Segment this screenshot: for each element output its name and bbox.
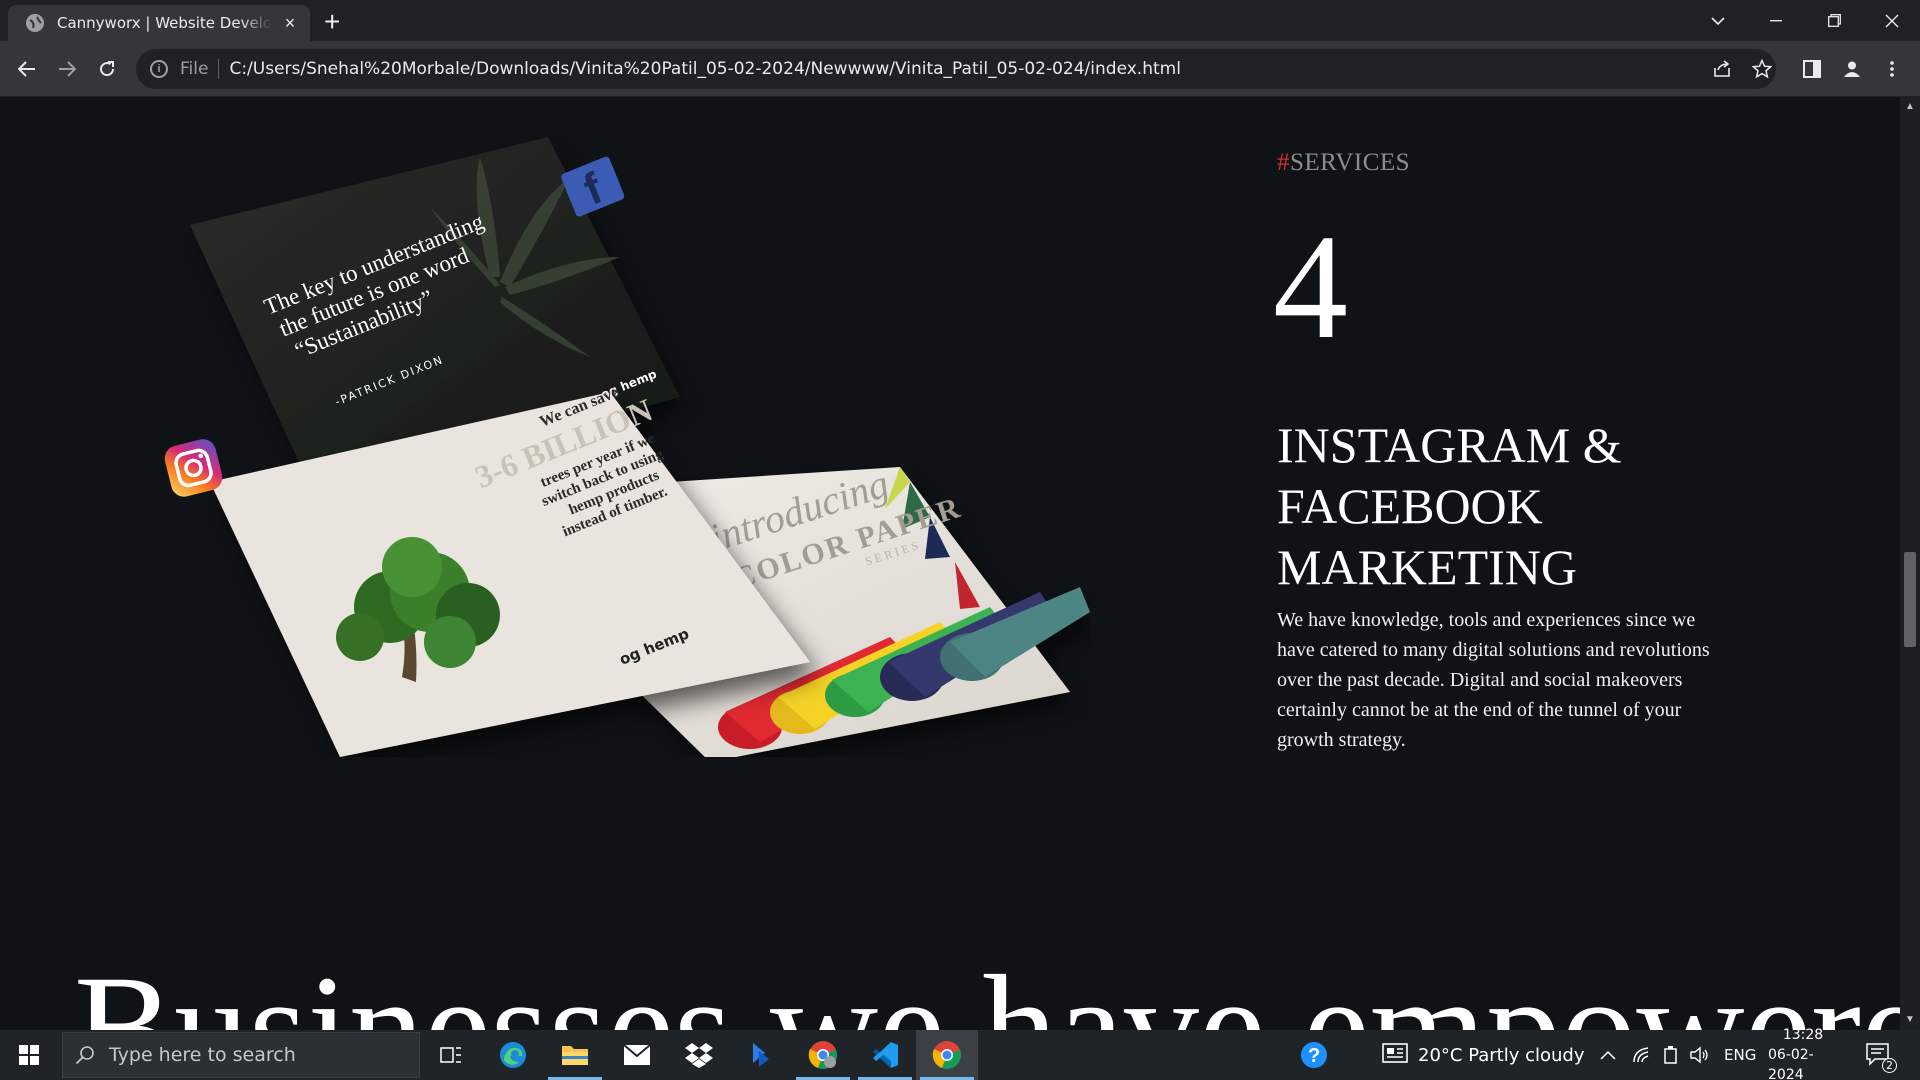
chrome-icon[interactable] (916, 1030, 978, 1080)
service-description: We have knowledge, tools and experiences… (1277, 609, 1710, 751)
svg-text:?: ? (1308, 1045, 1320, 1067)
share-icon[interactable] (1708, 55, 1736, 83)
section-tag-label: SERVICES (1290, 149, 1411, 176)
browser-toolbar: i File C:/Users/Snehal%20Morbale/Downloa… (0, 41, 1920, 97)
web-page: The key to understanding the future is o… (0, 97, 1900, 1030)
section-tag-hash: # (1277, 149, 1290, 176)
edge-browser-icon[interactable] (482, 1030, 544, 1080)
dropbox-icon[interactable] (668, 1030, 730, 1080)
volume-icon[interactable] (1690, 1030, 1710, 1080)
side-panel-icon[interactable] (1798, 55, 1826, 83)
menu-kebab-icon[interactable] (1878, 55, 1906, 83)
vscode-icon[interactable] (854, 1030, 916, 1080)
service-number: 4 (1273, 204, 1348, 370)
section-tag: #SERVICES (1277, 149, 1410, 177)
businesses-heading: Businesses we have empowered (74, 945, 1900, 1030)
tab-title: Cannyworx | Website Development (57, 14, 272, 32)
power-automate-icon[interactable] (730, 1030, 792, 1080)
show-hidden-icons-chevron-icon[interactable] (1600, 1030, 1616, 1080)
notification-count-badge: 2 (1882, 1058, 1897, 1073)
weather-text: 20°C Partly cloudy (1418, 1044, 1585, 1066)
tab-search-chevron-icon[interactable] (1690, 0, 1746, 41)
file-explorer-icon[interactable] (544, 1030, 606, 1080)
chrome-profile-icon[interactable] (792, 1030, 854, 1080)
bookmark-star-icon[interactable] (1748, 55, 1776, 83)
taskbar-search-box[interactable]: Type here to search (62, 1032, 420, 1078)
weather-news-icon (1382, 1042, 1408, 1068)
windows-start-button[interactable] (0, 1030, 58, 1080)
globe-icon (26, 14, 44, 32)
mail-icon[interactable] (606, 1030, 668, 1080)
forward-button[interactable] (49, 51, 85, 87)
weather-widget[interactable]: 20°C Partly cloudy (1382, 1030, 1585, 1080)
battery-icon[interactable] (1662, 1030, 1680, 1080)
scrollbar-thumb[interactable] (1904, 552, 1916, 647)
page-scrollbar[interactable]: ▲ ▼ (1900, 97, 1920, 1030)
task-view-icon[interactable] (420, 1030, 482, 1080)
scroll-up-arrow-icon[interactable]: ▲ (1900, 99, 1920, 115)
url-text[interactable]: C:/Users/Snehal%20Morbale/Downloads/Vini… (229, 59, 1180, 79)
address-bar[interactable]: i File C:/Users/Snehal%20Morbale/Downloa… (136, 49, 1776, 89)
minimize-button[interactable] (1748, 0, 1804, 41)
network-icon[interactable] (1632, 1030, 1652, 1080)
help-icon[interactable]: ? (1300, 1030, 1328, 1080)
back-button[interactable] (9, 51, 45, 87)
reload-button[interactable] (89, 51, 125, 87)
restore-button[interactable] (1806, 0, 1862, 41)
search-placeholder: Type here to search (109, 1044, 296, 1066)
profile-icon[interactable] (1838, 55, 1866, 83)
clock-date: 06-02-2024 (1768, 1047, 1814, 1080)
url-scheme-label: File (180, 59, 209, 79)
language-indicator[interactable]: ENG (1724, 1030, 1756, 1080)
url-separator (218, 59, 220, 79)
clock[interactable]: 13:28 06-02-2024 (1768, 1027, 1838, 1080)
service-title: INSTAGRAM & FACEBOOK MARKETING (1277, 417, 1622, 595)
browser-tab[interactable]: Cannyworx | Website Development × (8, 5, 310, 41)
close-window-button[interactable] (1864, 0, 1920, 41)
tab-close-icon[interactable]: × (280, 13, 300, 34)
windows-taskbar: Type here to search ? 20°C Partly cloudy (0, 1027, 1920, 1080)
social-media-mockup-illustration: The key to understanding the future is o… (164, 137, 1090, 757)
info-icon[interactable]: i (150, 60, 168, 78)
clock-time: 13:28 (1782, 1027, 1824, 1043)
search-icon (75, 1045, 95, 1065)
browser-tab-strip: Cannyworx | Website Development × + (0, 0, 1920, 41)
scroll-down-arrow-icon[interactable]: ▼ (1900, 1012, 1920, 1028)
notifications-icon[interactable]: 2 (1866, 1030, 1897, 1080)
new-tab-button[interactable]: + (324, 6, 340, 38)
